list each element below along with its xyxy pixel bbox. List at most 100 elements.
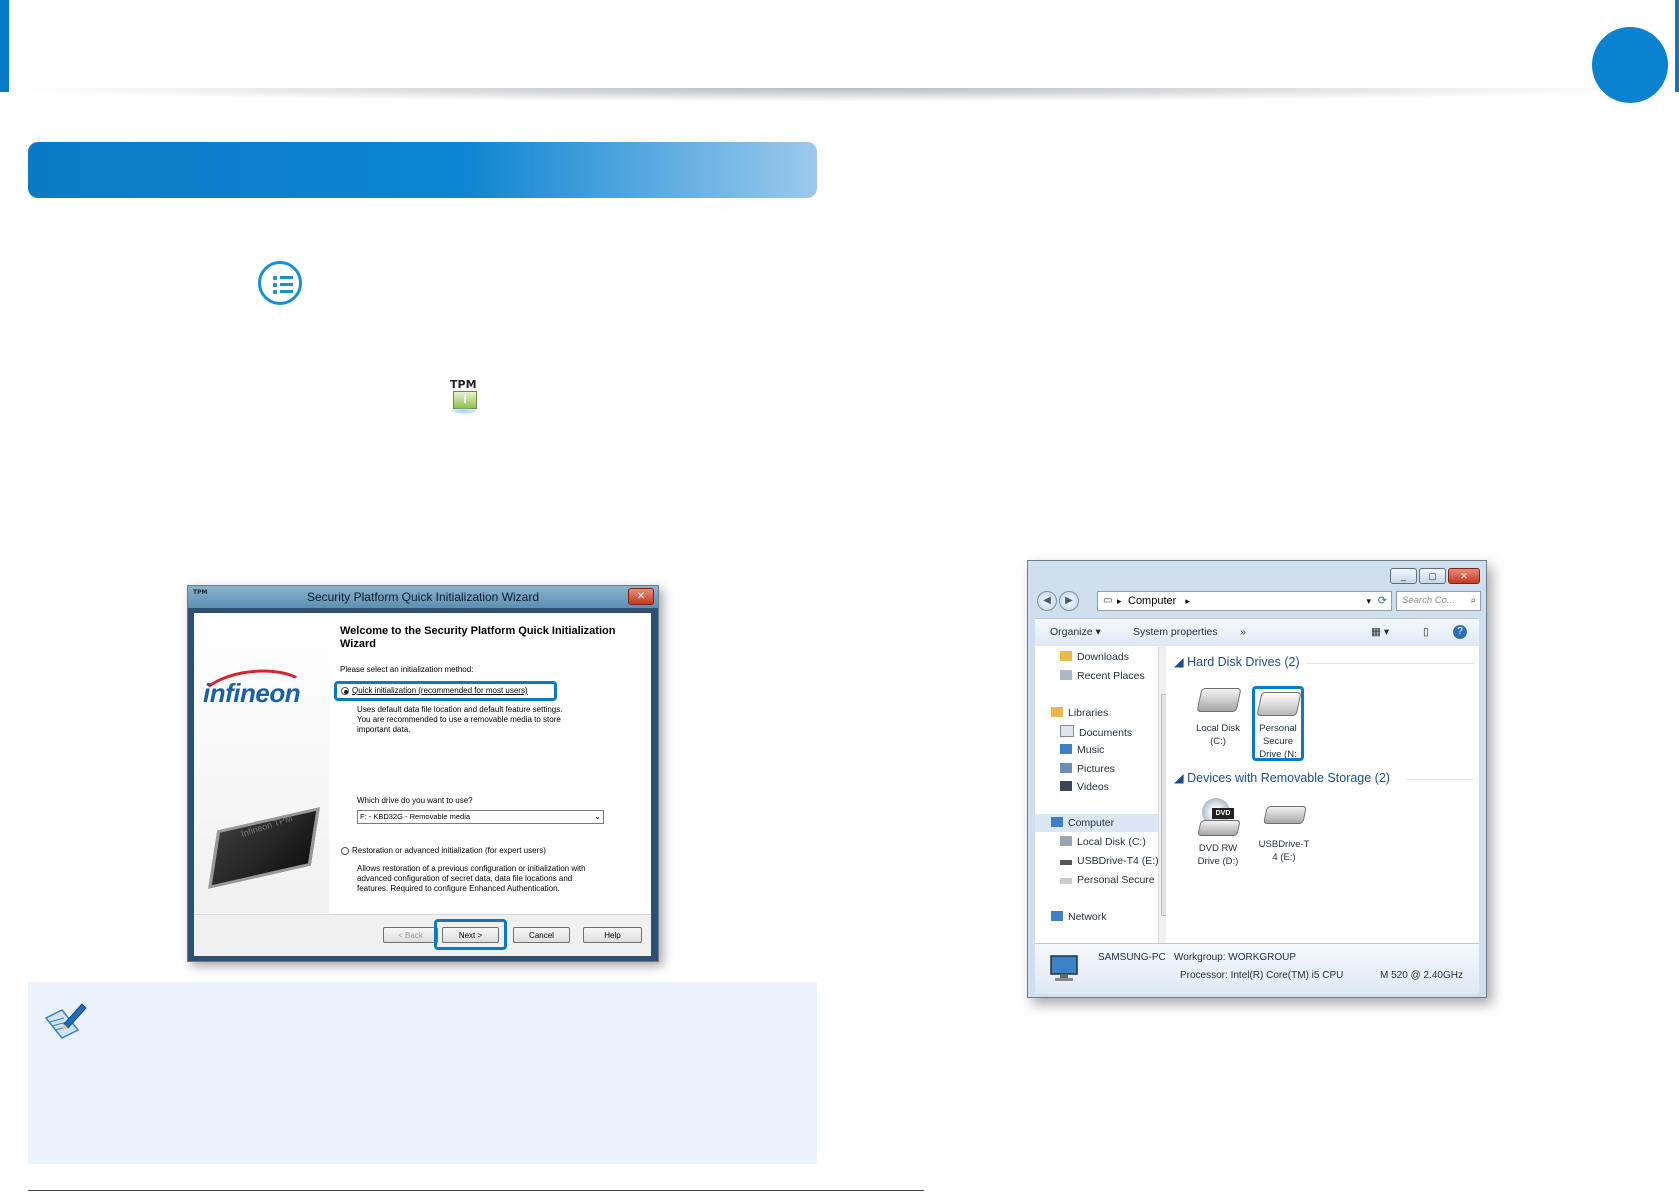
advanced-init-desc-1: Allows restoration of a previous configu…	[357, 864, 586, 873]
advanced-init-desc-3: features. Required to configure Enhanced…	[357, 884, 560, 893]
drive-n-label-3: Drive (N:	[1259, 749, 1297, 760]
help-icon[interactable]: ?	[1453, 625, 1467, 639]
drive-n-label-1: Personal	[1259, 723, 1297, 734]
back-button[interactable]: < Back	[383, 927, 438, 943]
usb-drive-icon	[1060, 860, 1072, 865]
view-options-icon[interactable]: ▦ ▾	[1371, 626, 1389, 638]
nav-pictures-label: Pictures	[1077, 763, 1115, 775]
help-button[interactable]: Help	[583, 927, 642, 943]
group-hard-disk-drives[interactable]: ◢ Hard Disk Drives (2)	[1174, 654, 1300, 669]
more-commands-button[interactable]: »	[1240, 626, 1246, 638]
nav-computer[interactable]: Computer	[1035, 814, 1158, 832]
forward-nav-button[interactable]: ▶	[1059, 591, 1079, 611]
advanced-init-radio[interactable]	[341, 847, 349, 855]
nav-network[interactable]: Network	[1051, 911, 1107, 923]
hard-drive-icon	[1060, 878, 1072, 884]
cancel-button[interactable]: Cancel	[513, 927, 570, 943]
pictures-icon	[1060, 763, 1072, 773]
address-text: Computer	[1128, 595, 1177, 607]
navigation-pane: Downloads Recent Places Libraries Docume…	[1035, 646, 1173, 943]
nav-usb-drive[interactable]: USBDrive-T4 (E:)	[1060, 855, 1159, 867]
nav-libraries[interactable]: Libraries	[1051, 707, 1108, 719]
drive-usb-e[interactable]: USBDrive-T 4 (E:)	[1254, 806, 1314, 864]
group-hdd-label: Hard Disk Drives (2)	[1187, 655, 1300, 669]
breadcrumb-arrow-icon: ▸	[1117, 596, 1122, 606]
close-button[interactable]: ✕	[1448, 568, 1480, 584]
recent-places-icon	[1060, 670, 1072, 680]
footer-rule	[28, 1190, 924, 1191]
music-icon	[1060, 744, 1072, 754]
note-pencil-icon	[44, 1003, 87, 1039]
quick-init-radio[interactable]	[341, 687, 349, 695]
nav-music-label: Music	[1077, 744, 1105, 756]
nav-downloads[interactable]: Downloads	[1060, 651, 1129, 663]
nav-local-disk[interactable]: Local Disk (C:)	[1060, 836, 1146, 848]
wizard-title: Security Platform Quick Initialization W…	[306, 590, 540, 604]
processor-speed: M 520 @ 2.40GHz	[1380, 970, 1463, 981]
explorer-window: _ ▢ ✕ ◀ ▶ ▭ ▸ Computer ▸ ▾ ⟳ Search Co..…	[1027, 560, 1487, 998]
preview-pane-icon[interactable]: ▯	[1423, 626, 1429, 638]
header-accent-bar	[0, 0, 9, 92]
nav-libraries-label: Libraries	[1068, 707, 1109, 719]
refresh-icon[interactable]: ⟳	[1378, 592, 1387, 610]
computer-icon: ▭	[1103, 595, 1113, 606]
minimize-button[interactable]: _	[1390, 568, 1417, 584]
usb-drive-icon	[1263, 806, 1307, 824]
nav-videos[interactable]: Videos	[1060, 781, 1109, 793]
chapter-marker	[1592, 27, 1668, 103]
quick-init-label[interactable]: Quick initialization (recommended for mo…	[352, 686, 528, 696]
search-placeholder: Search Co...	[1402, 595, 1455, 606]
advanced-init-desc-2: advanced configuration of secret data, d…	[357, 874, 573, 883]
nav-pictures[interactable]: Pictures	[1060, 763, 1115, 775]
drive-d-label-1: DVD RW	[1198, 843, 1238, 854]
libraries-icon	[1051, 707, 1063, 717]
search-input[interactable]: Search Co... ⌕	[1396, 591, 1481, 611]
nav-personal-secure-drive[interactable]: Personal Secure D	[1060, 874, 1165, 886]
wizard-side-panel: infineon Infineon TPM	[194, 613, 329, 914]
processor: Processor: Intel(R) Core(TM) i5 CPU	[1180, 970, 1344, 981]
dvd-badge: DVD	[1212, 808, 1234, 819]
quick-init-wizard-window: TPM Security Platform Quick Initializati…	[187, 585, 659, 962]
nav-personal-label: Personal Secure D	[1077, 874, 1166, 886]
next-button[interactable]: Next >	[442, 927, 499, 943]
tpm-icon-label: TPM	[450, 378, 477, 391]
drive-e-label-1: USBDrive-T	[1258, 839, 1310, 850]
drive-select[interactable]: F: - KBD32G - Removable media ⌄	[357, 810, 604, 824]
wizard-close-button[interactable]: ✕	[628, 588, 654, 605]
chapter-tab-edge	[1675, 0, 1679, 92]
system-properties-button[interactable]: System properties	[1133, 626, 1218, 638]
wizard-prompt: Please select an initialization method:	[340, 665, 474, 674]
quick-init-desc-3: important data.	[357, 725, 411, 734]
quick-init-desc-1: Uses default data file location and defa…	[357, 705, 563, 714]
content-pane: ◢ Hard Disk Drives (2) Local Disk (C:) P…	[1166, 646, 1479, 943]
group-removable-storage[interactable]: ◢ Devices with Removable Storage (2)	[1174, 770, 1390, 785]
drive-d-label-2: Drive (D:)	[1197, 856, 1239, 867]
advanced-init-label[interactable]: Restoration or advanced initialization (…	[352, 846, 546, 856]
nav-network-label: Network	[1068, 911, 1107, 923]
infineon-logo: infineon	[203, 678, 301, 708]
documents-icon	[1060, 725, 1074, 737]
section-title-bar	[28, 142, 817, 198]
hard-drive-icon	[1196, 688, 1242, 712]
back-nav-button[interactable]: ◀	[1037, 591, 1057, 611]
wizard-button-bar: < Back Next > Cancel Help	[194, 914, 651, 956]
drive-personal-secure-n[interactable]: Personal Secure Drive (N:	[1254, 692, 1302, 761]
nav-music[interactable]: Music	[1060, 744, 1104, 756]
hard-drive-icon	[1256, 692, 1302, 716]
quick-init-desc-2: You are recommended to use a removable m…	[357, 715, 561, 724]
breadcrumb-arrow-icon: ▸	[1185, 596, 1190, 606]
drive-n-label-2: Secure	[1262, 736, 1294, 747]
drive-c-label-2: (C:)	[1210, 736, 1226, 747]
nav-documents[interactable]: Documents	[1060, 725, 1132, 739]
maximize-button[interactable]: ▢	[1419, 568, 1446, 584]
nav-recent-label: Recent Places	[1077, 670, 1145, 682]
nav-recent-places[interactable]: Recent Places	[1060, 670, 1145, 682]
drive-dvd-rw-d[interactable]: DVD DVD RW Drive (D:)	[1188, 798, 1248, 868]
chevron-down-icon[interactable]: ▾	[1366, 592, 1371, 610]
organize-menu[interactable]: Organize ▾	[1050, 626, 1101, 638]
details-pane: SAMSUNG-PC Workgroup: WORKGROUP Processo…	[1035, 943, 1479, 994]
drive-local-disk-c[interactable]: Local Disk (C:)	[1188, 688, 1248, 748]
address-bar[interactable]: ▭ ▸ Computer ▸ ▾ ⟳	[1097, 591, 1392, 611]
list-menu-icon	[258, 261, 302, 305]
chevron-down-icon: ⌄	[594, 812, 601, 821]
